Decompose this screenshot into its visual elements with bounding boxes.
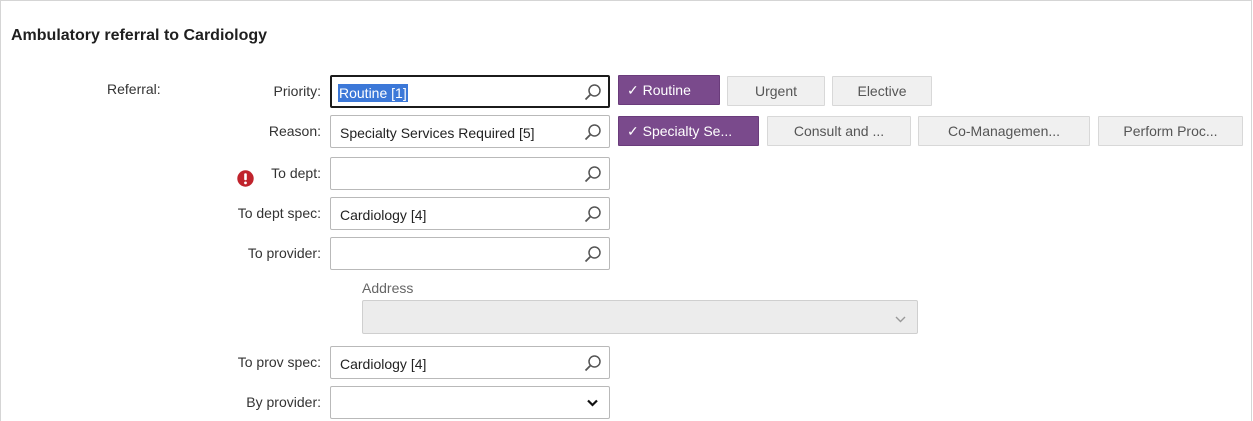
magnifier-icon[interactable]	[584, 354, 602, 372]
address-label: Address	[362, 280, 414, 296]
to-dept-spec-label: To dept spec:	[237, 205, 321, 221]
to-prov-spec-value: Cardiology [4]	[340, 356, 427, 372]
priority-value: Routine [1]	[338, 84, 408, 102]
priority-field[interactable]: Routine [1]	[330, 75, 610, 108]
reason-label: Reason:	[268, 123, 321, 139]
reason-option-co-management[interactable]: Co-Managemen...	[918, 116, 1090, 146]
page-title: Ambulatory referral to Cardiology	[11, 27, 268, 44]
to-dept-spec-label-wrap: To dept spec:	[151, 197, 321, 230]
reason-label-wrap: Reason:	[151, 115, 321, 148]
magnifier-icon[interactable]	[584, 205, 602, 223]
magnifier-icon[interactable]	[584, 83, 602, 101]
magnifier-icon[interactable]	[584, 165, 602, 183]
reason-option-perform-procedure[interactable]: Perform Proc...	[1098, 116, 1243, 146]
magnifier-icon[interactable]	[584, 123, 602, 141]
to-dept-spec-value: Cardiology [4]	[340, 207, 427, 223]
referral-panel: Ambulatory referral to Cardiology Referr…	[0, 0, 1252, 421]
chevron-down-icon	[587, 399, 598, 407]
to-prov-spec-label: To prov spec:	[237, 354, 321, 370]
priority-label: Priority:	[273, 83, 321, 99]
chevron-down-icon	[895, 316, 906, 323]
to-provider-field[interactable]	[330, 237, 610, 270]
reason-option-consult[interactable]: Consult and ...	[767, 116, 911, 146]
priority-option-elective[interactable]: Elective	[832, 76, 932, 106]
by-provider-label-wrap: By provider:	[151, 386, 321, 419]
to-dept-label: To dept:	[271, 165, 321, 181]
to-prov-spec-label-wrap: To prov spec:	[151, 346, 321, 379]
priority-option-routine[interactable]: ✓ Routine	[618, 75, 720, 105]
to-dept-field[interactable]	[330, 157, 610, 190]
to-prov-spec-field[interactable]: Cardiology [4]	[330, 346, 610, 379]
to-provider-label: To provider:	[247, 245, 321, 261]
magnifier-icon[interactable]	[584, 245, 602, 263]
reason-option-specialty-services[interactable]: ✓ Specialty Se...	[618, 116, 759, 146]
by-provider-label: By provider:	[246, 394, 321, 410]
priority-label-wrap: Priority:	[151, 75, 321, 108]
to-dept-label-wrap: To dept:	[151, 157, 321, 190]
reason-field[interactable]: Specialty Services Required [5]	[330, 115, 610, 148]
to-provider-label-wrap: To provider:	[151, 237, 321, 270]
reason-value: Specialty Services Required [5]	[340, 125, 535, 141]
by-provider-select[interactable]	[330, 386, 610, 419]
address-select[interactable]	[362, 300, 918, 334]
priority-option-urgent[interactable]: Urgent	[727, 76, 825, 106]
to-dept-spec-field[interactable]: Cardiology [4]	[330, 197, 610, 230]
